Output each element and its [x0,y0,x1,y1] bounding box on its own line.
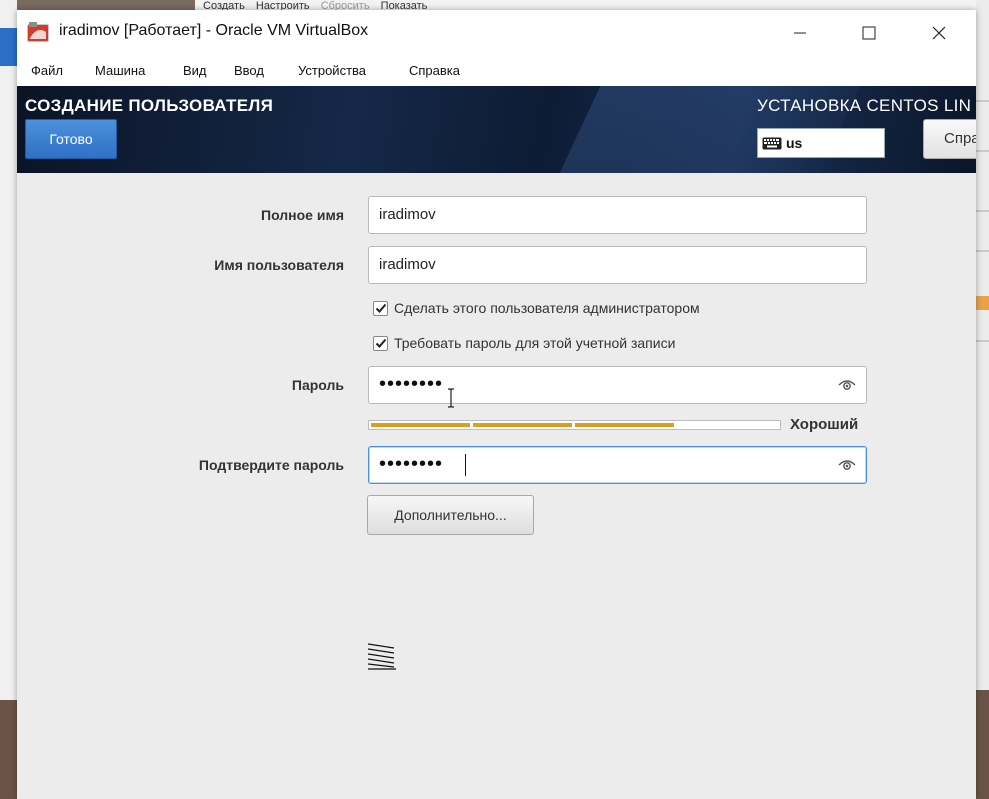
install-title: УСТАНОВКА CENTOS LIN [757,96,972,115]
require-password-label: Требовать пароль для этой учетной записи [394,335,676,351]
eye-icon[interactable] [838,458,856,472]
password-mask: •••••••• [379,373,444,395]
title-bar[interactable]: iradimov [Работает] - Oracle VM VirtualB… [17,10,976,56]
menu-file[interactable]: Файл [31,63,63,78]
admin-checkbox-label: Сделать этого пользователя администратор… [394,300,700,316]
close-icon [932,26,946,40]
maximize-button[interactable] [846,10,892,56]
admin-checkbox-row[interactable]: Сделать этого пользователя администратор… [373,300,700,316]
text-caret [465,454,466,476]
fullname-value: iradimov [379,206,436,223]
close-button[interactable] [916,10,962,56]
installer-header: СОЗДАНИЕ ПОЛЬЗОВАТЕЛЯ Готово УСТАНОВКА C… [17,86,976,173]
menu-machine[interactable]: Машина [95,63,145,78]
host-right-edge [976,0,989,799]
menu-devices[interactable]: Устройства [298,63,366,78]
ibeam-cursor-icon [448,388,454,408]
minimize-icon [794,32,806,34]
keyboard-icon [762,137,782,150]
confirm-password-mask: •••••••• [379,453,444,475]
admin-checkbox[interactable] [373,301,388,316]
password-field[interactable]: •••••••• [368,366,867,404]
confirm-password-label: Подтвердите пароль [198,457,344,473]
username-field[interactable]: iradimov [368,246,867,284]
require-password-checkbox[interactable] [373,336,388,351]
window-title: iradimov [Работает] - Oracle VM VirtualB… [59,22,369,39]
password-strength-text: Хороший [790,416,859,433]
menu-help[interactable]: Справка [409,63,460,78]
app-icon [27,22,49,42]
host-left-edge [0,0,17,799]
minimize-button[interactable] [777,10,823,56]
username-value: iradimov [379,256,436,273]
password-strength-bar [368,420,781,430]
menu-view[interactable]: Вид [183,63,207,78]
eye-icon[interactable] [838,378,856,392]
menu-bar: Файл Машина Вид Ввод Устройства Справка [17,56,976,86]
require-password-row[interactable]: Требовать пароль для этой учетной записи [373,335,675,351]
help-button[interactable]: Спра [923,119,976,159]
virtualbox-window: iradimov [Работает] - Oracle VM VirtualB… [17,10,976,799]
checkmark-icon [375,338,387,348]
fullname-field[interactable]: iradimov [368,196,867,234]
keyboard-layout-indicator[interactable]: us [757,128,885,158]
maximize-icon [862,26,876,40]
username-label: Имя пользователя [214,257,344,273]
menu-input[interactable]: Ввод [234,63,264,78]
keyboard-layout-label: us [786,135,803,151]
advanced-button[interactable]: Дополнительно... [367,495,534,535]
done-button[interactable]: Готово [25,119,117,159]
confirm-password-field[interactable]: •••••••• [368,446,867,484]
busy-icon [367,643,396,670]
password-label: Пароль [291,377,344,393]
checkmark-icon [375,303,387,313]
fullname-label: Полное имя [261,207,344,223]
spoke-title: СОЗДАНИЕ ПОЛЬЗОВАТЕЛЯ [25,96,274,115]
